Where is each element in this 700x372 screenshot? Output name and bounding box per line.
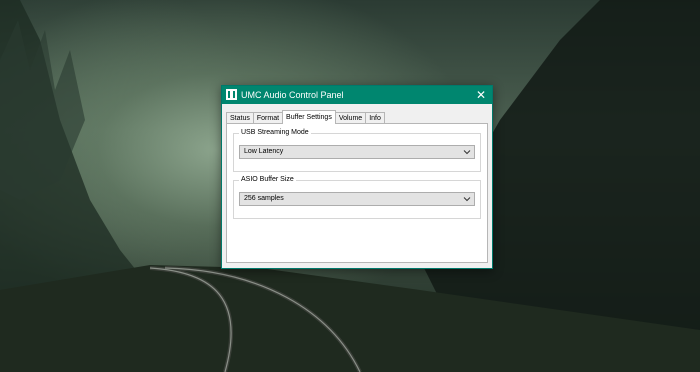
umc-app-icon — [226, 89, 237, 100]
title-bar[interactable]: UMC Audio Control Panel ✕ — [222, 86, 492, 104]
close-button[interactable]: ✕ — [470, 86, 492, 104]
asio-buffer-size-label: ASIO Buffer Size — [239, 174, 296, 186]
usb-streaming-mode-dropdown[interactable]: Low Latency — [239, 145, 475, 159]
asio-buffer-size-dropdown[interactable]: 256 samples — [239, 192, 475, 206]
chevron-down-icon — [463, 150, 471, 155]
asio-buffer-size-value: 256 samples — [244, 195, 284, 202]
chevron-down-icon — [463, 197, 471, 202]
usb-streaming-mode-group: USB Streaming Mode Low Latency — [233, 127, 481, 172]
tab-buffer-settings[interactable]: Buffer Settings — [282, 110, 336, 124]
window-title: UMC Audio Control Panel — [241, 90, 344, 100]
asio-buffer-size-group: ASIO Buffer Size 256 samples — [233, 174, 481, 219]
buffer-settings-panel: USB Streaming Mode Low Latency ASIO Buff… — [226, 123, 488, 263]
umc-control-panel-window: UMC Audio Control Panel ✕ Status Format … — [221, 85, 493, 269]
usb-streaming-mode-value: Low Latency — [244, 148, 284, 155]
usb-streaming-mode-label: USB Streaming Mode — [239, 127, 311, 139]
